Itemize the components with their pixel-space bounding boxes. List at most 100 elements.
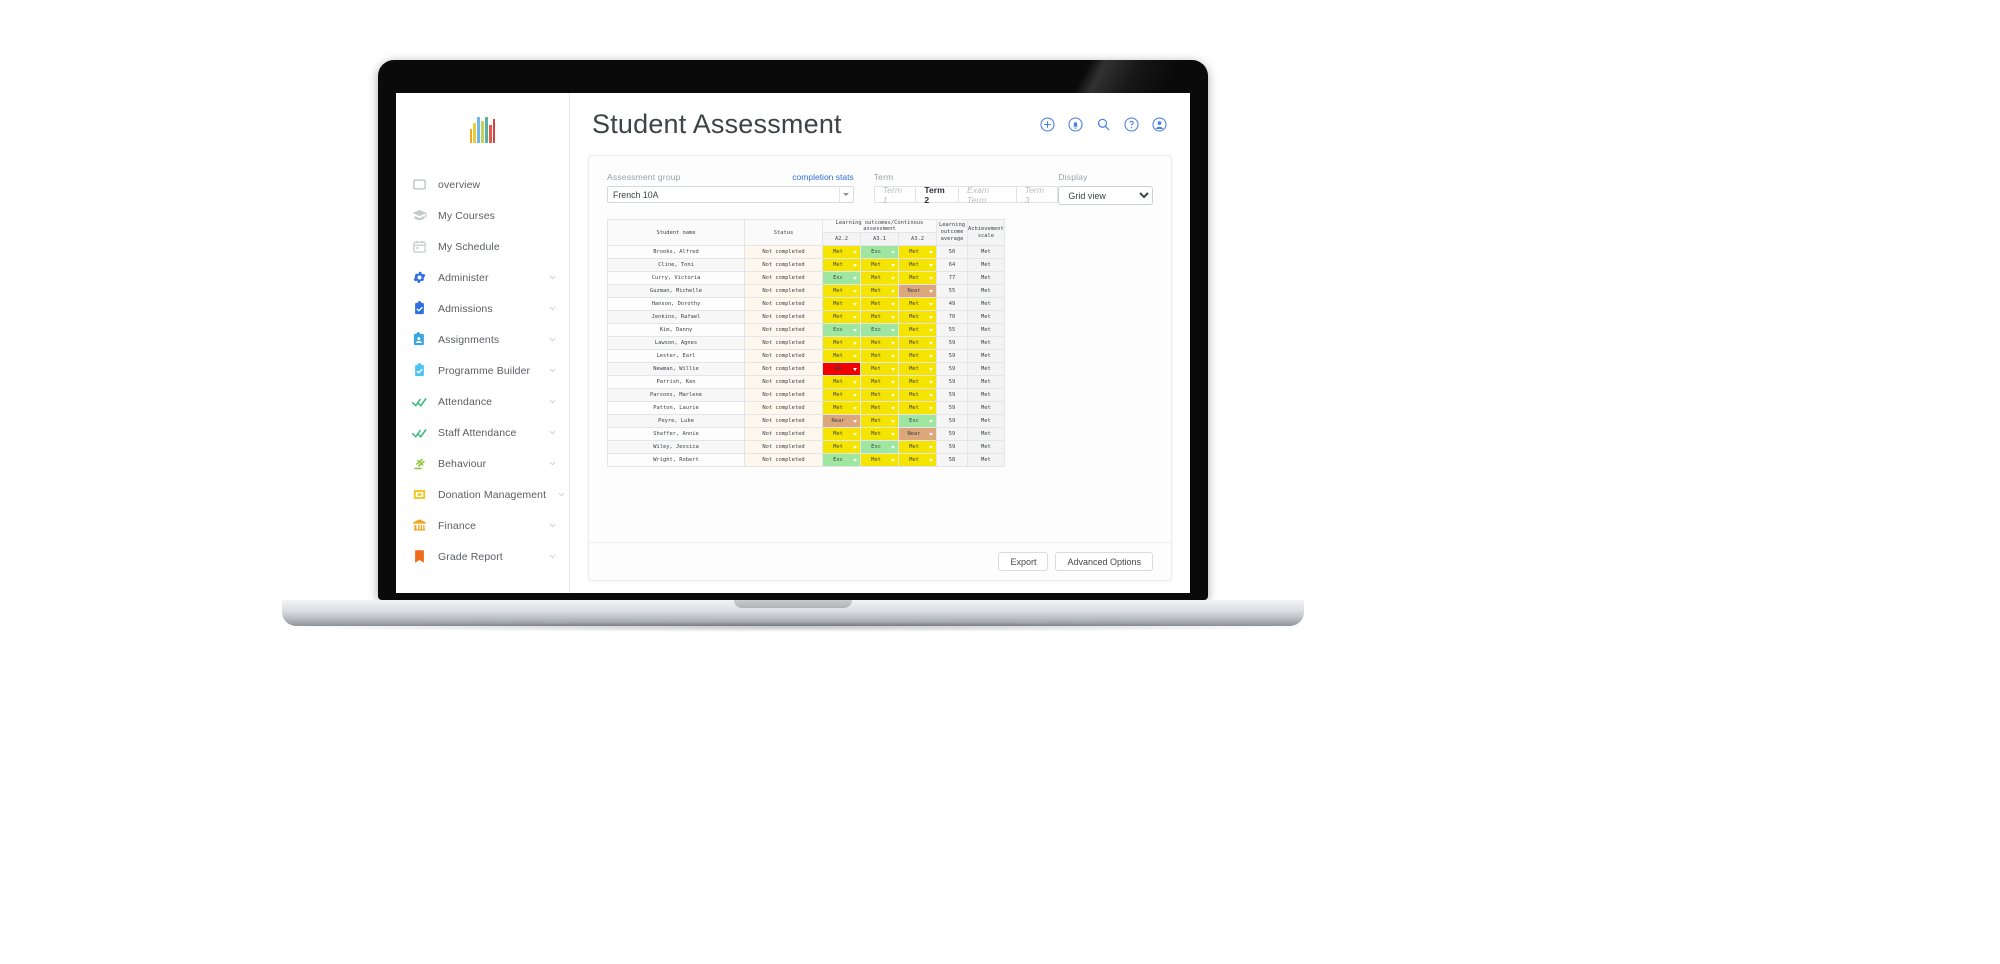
- chevron-down-icon[interactable]: [891, 328, 895, 332]
- chevron-down-icon[interactable]: [891, 315, 895, 319]
- mark-cell-A3.1[interactable]: Met: [860, 336, 899, 350]
- student-name-link[interactable]: Brooks, Alfred: [607, 245, 745, 259]
- chevron-down-icon[interactable]: [929, 263, 933, 267]
- chevron-down-icon[interactable]: [929, 367, 933, 371]
- chevron-down-icon[interactable]: [548, 428, 557, 437]
- mark-cell-A3.2[interactable]: Met: [898, 362, 937, 376]
- student-name-link[interactable]: Wiley, Jessica: [607, 440, 745, 454]
- chevron-down-icon[interactable]: [929, 250, 933, 254]
- sidebar-item-my-courses[interactable]: My Courses: [396, 200, 569, 231]
- term-button-term-1[interactable]: Term 1: [873, 185, 916, 205]
- mark-cell-A3.2[interactable]: Met: [898, 388, 937, 402]
- chevron-down-icon[interactable]: [548, 304, 557, 313]
- mark-cell-A2.2[interactable]: Met: [822, 375, 861, 389]
- mark-cell-A2.2[interactable]: Met: [822, 336, 861, 350]
- chevron-down-icon[interactable]: [891, 458, 895, 462]
- chevron-down-icon[interactable]: [853, 354, 857, 358]
- chevron-down-icon[interactable]: [891, 432, 895, 436]
- mark-cell-A3.1[interactable]: Met: [860, 271, 899, 285]
- mark-cell-A2.2[interactable]: Met: [822, 388, 861, 402]
- chevron-down-icon[interactable]: [929, 458, 933, 462]
- chevron-down-icon[interactable]: [891, 380, 895, 384]
- sidebar-item-behaviour[interactable]: Behaviour: [396, 448, 569, 479]
- mark-cell-A3.1[interactable]: Met: [860, 388, 899, 402]
- student-name-link[interactable]: Newman, Willie: [607, 362, 745, 376]
- chevron-down-icon[interactable]: [548, 335, 557, 344]
- chevron-down-icon[interactable]: [929, 315, 933, 319]
- add-circle-icon[interactable]: [1039, 116, 1056, 133]
- chevron-down-icon[interactable]: [929, 328, 933, 332]
- chevron-down-icon[interactable]: [929, 432, 933, 436]
- chevron-down-icon[interactable]: [853, 315, 857, 319]
- mark-cell-A2.2[interactable]: Met: [822, 440, 861, 454]
- mark-cell-A3.2[interactable]: Near: [898, 284, 937, 298]
- student-name-link[interactable]: Shaffer, Annie: [607, 427, 745, 441]
- student-name-link[interactable]: Wright, Robert: [607, 453, 745, 467]
- chevron-down-icon[interactable]: [891, 445, 895, 449]
- student-name-link[interactable]: Kim, Danny: [607, 323, 745, 337]
- chevron-down-icon[interactable]: [891, 406, 895, 410]
- chevron-down-icon[interactable]: [891, 367, 895, 371]
- chevron-down-icon[interactable]: [891, 341, 895, 345]
- mark-cell-A3.2[interactable]: Met: [898, 271, 937, 285]
- mark-cell-A2.2[interactable]: Exc: [822, 453, 861, 467]
- sidebar-item-my-schedule[interactable]: My Schedule: [396, 231, 569, 262]
- sidebar-item-assignments[interactable]: Assignments: [396, 324, 569, 355]
- chevron-down-icon[interactable]: [548, 552, 557, 561]
- mark-cell-A3.2[interactable]: Met: [898, 440, 937, 454]
- term-button-exam-term[interactable]: Exam Term: [958, 185, 1016, 205]
- mark-cell-A2.2[interactable]: Met: [822, 245, 861, 259]
- display-select[interactable]: Grid viewList view: [1058, 186, 1153, 205]
- sidebar-item-programme-builder[interactable]: Programme Builder: [396, 355, 569, 386]
- chevron-down-icon[interactable]: [929, 406, 933, 410]
- mark-cell-A2.2[interactable]: Met: [822, 297, 861, 311]
- chevron-down-icon[interactable]: [853, 289, 857, 293]
- mark-cell-A2.2[interactable]: Exc: [822, 271, 861, 285]
- mark-cell-A2.2[interactable]: Met: [822, 310, 861, 324]
- chevron-down-icon[interactable]: [929, 393, 933, 397]
- chevron-down-icon[interactable]: [853, 250, 857, 254]
- mark-cell-A2.2[interactable]: Met: [822, 284, 861, 298]
- chevron-down-icon[interactable]: [853, 367, 857, 371]
- student-name-link[interactable]: Cline, Toni: [607, 258, 745, 272]
- chevron-down-icon[interactable]: [853, 302, 857, 306]
- chevron-down-icon[interactable]: [548, 273, 557, 282]
- mark-cell-A3.2[interactable]: Met: [898, 453, 937, 467]
- chevron-down-icon[interactable]: [548, 459, 557, 468]
- chevron-down-icon[interactable]: [853, 445, 857, 449]
- help-circle-icon[interactable]: [1123, 116, 1140, 133]
- mark-cell-A3.1[interactable]: Met: [860, 427, 899, 441]
- chevron-down-icon[interactable]: [853, 380, 857, 384]
- chevron-down-icon[interactable]: [929, 380, 933, 384]
- mark-cell-A3.1[interactable]: Met: [860, 375, 899, 389]
- chevron-down-icon[interactable]: [891, 289, 895, 293]
- mark-cell-A3.2[interactable]: Met: [898, 297, 937, 311]
- sidebar-item-admissions[interactable]: Admissions: [396, 293, 569, 324]
- completion-stats-link[interactable]: completion stats: [792, 172, 853, 182]
- student-name-link[interactable]: Hanson, Dorothy: [607, 297, 745, 311]
- assessment-group-select[interactable]: French 10A: [607, 186, 854, 203]
- term-button-term-2[interactable]: Term 2: [915, 185, 959, 205]
- chevron-down-icon[interactable]: [929, 354, 933, 358]
- chevron-down-icon[interactable]: [853, 419, 857, 423]
- chevron-down-icon[interactable]: [929, 276, 933, 280]
- chevron-down-icon[interactable]: [929, 289, 933, 293]
- mark-cell-A3.1[interactable]: Met: [860, 453, 899, 467]
- account-circle-icon[interactable]: [1151, 116, 1168, 133]
- mark-cell-A3.2[interactable]: Met: [898, 245, 937, 259]
- chevron-down-icon[interactable]: [891, 250, 895, 254]
- mark-cell-A3.1[interactable]: Met: [860, 401, 899, 415]
- chevron-down-icon[interactable]: [929, 341, 933, 345]
- mark-cell-A3.2[interactable]: Met: [898, 349, 937, 363]
- mark-cell-A3.2[interactable]: Met: [898, 310, 937, 324]
- student-name-link[interactable]: Patton, Laurie: [607, 401, 745, 415]
- export-button[interactable]: Export: [998, 552, 1049, 571]
- mark-cell-A2.2[interactable]: Met: [822, 258, 861, 272]
- mark-cell-A3.2[interactable]: Met: [898, 336, 937, 350]
- chevron-down-icon[interactable]: [853, 406, 857, 410]
- mark-cell-A3.2[interactable]: Met: [898, 258, 937, 272]
- mark-cell-A2.2[interactable]: NA: [822, 362, 861, 376]
- chevron-down-icon[interactable]: [891, 419, 895, 423]
- mark-cell-A3.2[interactable]: Near: [898, 427, 937, 441]
- chevron-down-icon[interactable]: [853, 276, 857, 280]
